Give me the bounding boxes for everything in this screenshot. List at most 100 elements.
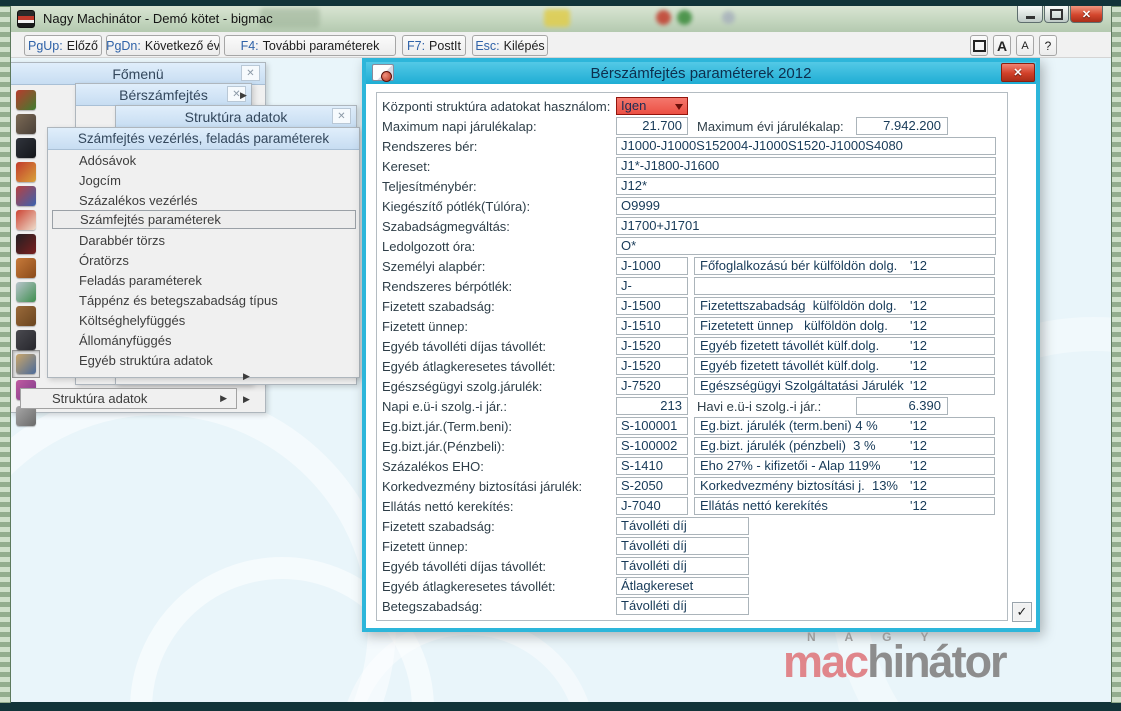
description-text: Egészségügyi Szolgáltatási Járulék bbox=[700, 378, 904, 393]
dialog-field-row: Ledolgozott óra: O* bbox=[366, 237, 1036, 257]
help-button[interactable]: ? bbox=[1039, 35, 1057, 56]
field-label: Betegszabadság: bbox=[382, 599, 483, 614]
field-input[interactable]: Távolléti díj bbox=[616, 557, 749, 575]
code-field-input[interactable]: J-1000 bbox=[616, 257, 688, 275]
field-input[interactable]: J1000-J1000S152004-J1000S1520-J1000S4080 bbox=[616, 137, 996, 155]
menu-item-label: Óratörzs bbox=[79, 252, 129, 268]
box-icon[interactable] bbox=[16, 306, 36, 326]
field-description-box[interactable]: Egyéb fizetett távollét külf.dolg. '12 bbox=[694, 357, 995, 375]
hat-icon[interactable] bbox=[16, 330, 36, 350]
code-field-input[interactable]: J-7520 bbox=[616, 377, 688, 395]
field-label: Fizetett szabadság: bbox=[382, 299, 495, 314]
year-tag: '12 bbox=[910, 418, 927, 433]
dialog-berszamfejtes-parameterek: Bérszámfejtés paraméterek 2012 ✕ Központ… bbox=[362, 58, 1040, 632]
numeric-field-input[interactable]: 21.700 bbox=[616, 117, 688, 135]
field-input[interactable]: Távolléti díj bbox=[616, 517, 749, 535]
more-parameters-button[interactable]: F4: További paraméterek bbox=[224, 35, 396, 56]
field-label: Eg.bizt.jár.(Term.beni): bbox=[382, 419, 513, 434]
menu-item-struktura-adatok[interactable]: Struktúra adatok ▶ bbox=[20, 388, 237, 409]
field-description-box[interactable]: Eg.bizt. járulék (term.beni) 4 % '12 bbox=[694, 417, 995, 435]
menu-item[interactable]: Jogcím bbox=[52, 170, 356, 190]
minimize-button[interactable] bbox=[1017, 6, 1043, 23]
description-text: Korkedvezmény biztosítási j. 13% bbox=[700, 478, 898, 493]
postit-button[interactable]: F7: PostIt bbox=[402, 35, 466, 56]
confirm-check-button[interactable]: ✓ bbox=[1012, 602, 1032, 622]
code-field-input[interactable]: J-1510 bbox=[616, 317, 688, 335]
field-label: Egyéb távolléti díjas távollét: bbox=[382, 339, 547, 354]
code-field-input[interactable]: J-1520 bbox=[616, 337, 688, 355]
money-icon[interactable] bbox=[16, 282, 36, 302]
font-decrease-button[interactable]: A bbox=[1016, 35, 1034, 56]
field-input[interactable]: Távolléti díj bbox=[616, 537, 749, 555]
field-description-box[interactable]: Egyéb fizetett távollét külf.dolg. '12 bbox=[694, 337, 995, 355]
font-increase-button[interactable]: A bbox=[993, 35, 1011, 56]
bag-icon[interactable] bbox=[16, 258, 36, 278]
code-field-input[interactable]: S-100002 bbox=[616, 437, 688, 455]
menu-item[interactable]: Darabbér törzs bbox=[52, 230, 356, 250]
menu-item[interactable]: Állományfüggés bbox=[52, 330, 356, 350]
field-input[interactable]: J1700+J1701 bbox=[616, 217, 996, 235]
field-input[interactable]: O9999 bbox=[616, 197, 996, 215]
prev-year-button[interactable]: PgUp: Előző bbox=[24, 35, 102, 56]
code-field-input[interactable]: J-7040 bbox=[616, 497, 688, 515]
field-input[interactable]: J12* bbox=[616, 177, 996, 195]
menu-item[interactable]: Százalékos vezérlés bbox=[52, 190, 356, 210]
globe-icon[interactable] bbox=[16, 354, 36, 374]
menu-item-label: Költséghelyfüggés bbox=[79, 312, 186, 328]
numeric-field-input[interactable]: 7.942.200 bbox=[856, 117, 948, 135]
maximize-button[interactable] bbox=[1044, 6, 1069, 23]
field-description-box[interactable]: Eho 27% - kifizetői - Alap 119% '12 bbox=[694, 457, 995, 475]
close-button[interactable]: ✕ bbox=[1070, 6, 1103, 23]
code-field-input[interactable]: S-2050 bbox=[616, 477, 688, 495]
window-titlebar[interactable]: Nagy Machinátor - Demó kötet - bigmac ✕ bbox=[10, 6, 1111, 33]
field-description-box[interactable]: Korkedvezmény biztosítási j. 13% '12 bbox=[694, 477, 995, 495]
menu-titlebar: Bérszámfejtés ✕ bbox=[76, 84, 251, 106]
field-input[interactable]: J1*-J1800-J1600 bbox=[616, 157, 996, 175]
field-description-box[interactable]: Ellátás nettó kerekítés '12 bbox=[694, 497, 995, 515]
code-field-input[interactable]: J-1500 bbox=[616, 297, 688, 315]
menu-item[interactable]: Feladás paraméterek bbox=[52, 270, 356, 290]
code-field-input[interactable]: S-1410 bbox=[616, 457, 688, 475]
gear-icon[interactable] bbox=[16, 406, 36, 426]
menu-item[interactable]: Táppénz és betegszabadság típus bbox=[52, 290, 356, 310]
description-text: Eg.bizt. járulék (pénzbeli) 3 % bbox=[700, 438, 876, 453]
chart-icon[interactable] bbox=[16, 186, 36, 206]
field-input[interactable]: O* bbox=[616, 237, 996, 255]
code-field-input[interactable]: S-100001 bbox=[616, 417, 688, 435]
close-icon[interactable]: ✕ bbox=[1001, 63, 1035, 82]
button-label: A bbox=[1021, 39, 1029, 52]
field-description-box[interactable] bbox=[694, 277, 995, 295]
field-description-box[interactable]: Egészségügyi Szolgáltatási Járulék '12 bbox=[694, 377, 995, 395]
menu-item[interactable]: Egyéb struktúra adatok bbox=[52, 350, 356, 370]
next-year-button[interactable]: PgDn: Következő év bbox=[106, 35, 220, 56]
field-label: Ledolgozott óra: bbox=[382, 239, 476, 254]
field-input[interactable]: Átlagkereset bbox=[616, 577, 749, 595]
code-field-input[interactable]: J- bbox=[616, 277, 688, 295]
menu-titlebar: Struktúra adatok ✕ bbox=[116, 106, 356, 128]
menu-item[interactable]: Óratörzs bbox=[52, 250, 356, 270]
numeric-field-input[interactable]: 213 bbox=[616, 397, 688, 415]
field-description-box[interactable]: Fizetettszabadság külföldön dolg. '12 bbox=[694, 297, 995, 315]
numeric-field-input[interactable]: 6.390 bbox=[856, 397, 948, 415]
code-field-input[interactable]: J-1520 bbox=[616, 357, 688, 375]
field-description-box[interactable]: Főfoglalkozású bér külföldön dolg. '12 bbox=[694, 257, 995, 275]
close-icon[interactable]: ✕ bbox=[332, 108, 351, 124]
briefcase-icon[interactable] bbox=[16, 234, 36, 254]
menu-item[interactable]: Adósávok bbox=[52, 150, 356, 170]
field-description-box[interactable]: Fizetetett ünnep külföldön dolg. '12 bbox=[694, 317, 995, 335]
field-description-box[interactable]: Eg.bizt. járulék (pénzbeli) 3 % '12 bbox=[694, 437, 995, 455]
central-data-dropdown[interactable]: Igen bbox=[616, 97, 688, 115]
flag-icon[interactable] bbox=[16, 210, 36, 230]
dialog-title: Bérszámfejtés paraméterek 2012 bbox=[590, 64, 812, 82]
menu-item[interactable]: Számfejtés paraméterek bbox=[52, 210, 356, 229]
exit-button[interactable]: Esc: Kilépés bbox=[472, 35, 548, 56]
close-icon[interactable]: ✕ bbox=[241, 65, 260, 81]
bottle-icon[interactable] bbox=[16, 90, 36, 110]
book-icon[interactable] bbox=[16, 162, 36, 182]
field-input[interactable]: Távolléti díj bbox=[616, 597, 749, 615]
app-window: Főmenü ✕ Bérszámfejtés ✕ ▶ Struktúra ada… bbox=[0, 0, 1121, 711]
border-toggle-button[interactable] bbox=[970, 35, 988, 56]
menu-item[interactable]: Költséghelyfüggés bbox=[52, 310, 356, 330]
tools-icon[interactable] bbox=[16, 114, 36, 134]
printer-icon[interactable] bbox=[16, 138, 36, 158]
